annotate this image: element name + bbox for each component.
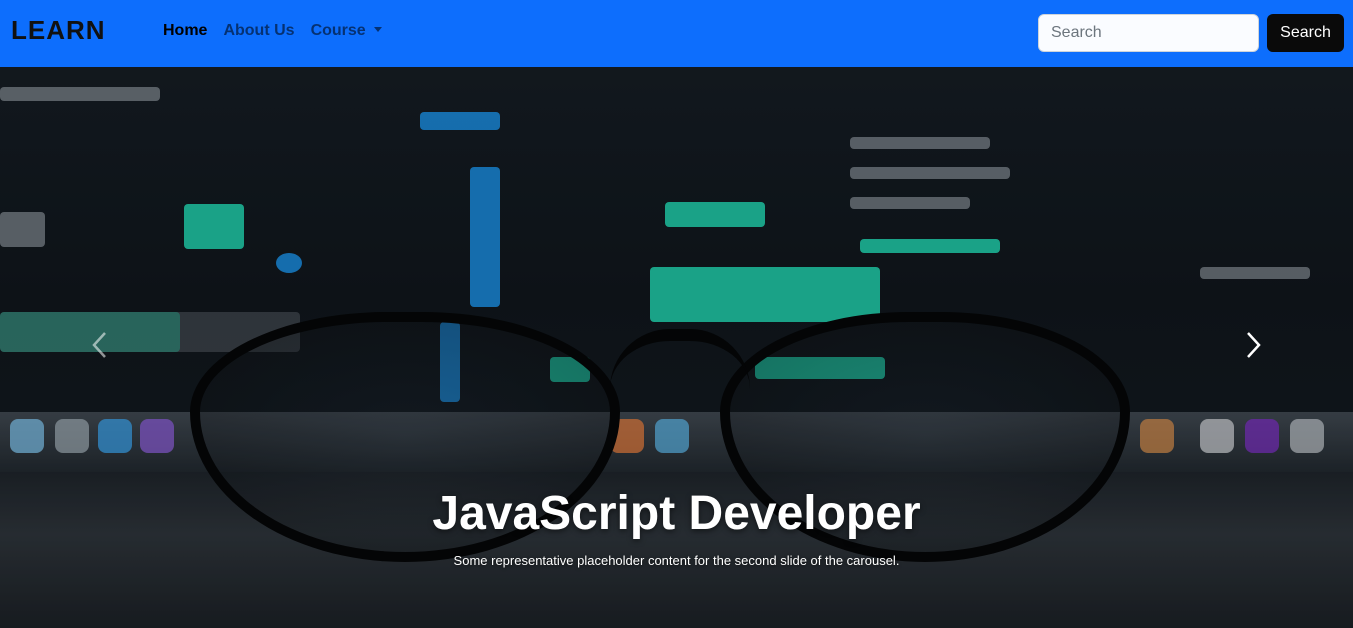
carousel-prev-button[interactable] <box>85 325 115 365</box>
nav-links: Home About Us Course <box>163 22 398 40</box>
nav-link-about-us[interactable]: About Us <box>223 22 294 40</box>
navbar: LEARN Home About Us Course Search <box>0 0 1353 67</box>
nav-link-home[interactable]: Home <box>163 22 207 40</box>
carousel-next-button[interactable] <box>1238 325 1268 365</box>
slide-title: JavaScript Developer <box>432 487 921 540</box>
search-button[interactable]: Search <box>1267 14 1344 52</box>
caret-down-icon <box>373 27 382 32</box>
nav-dropdown-course[interactable]: Course <box>311 22 382 40</box>
search-form: Search <box>1038 14 1344 52</box>
brand-logo[interactable]: LEARN <box>11 15 106 46</box>
chevron-left-icon <box>92 332 106 358</box>
nav-dropdown-course-label: Course <box>310 22 366 39</box>
hero-carousel: JavaScript Developer Some representative… <box>0 67 1353 628</box>
chevron-right-icon <box>1247 332 1261 358</box>
carousel-caption: JavaScript Developer Some representative… <box>0 486 1353 568</box>
slide-description: Some representative placeholder content … <box>453 553 900 568</box>
search-input[interactable] <box>1038 14 1259 52</box>
